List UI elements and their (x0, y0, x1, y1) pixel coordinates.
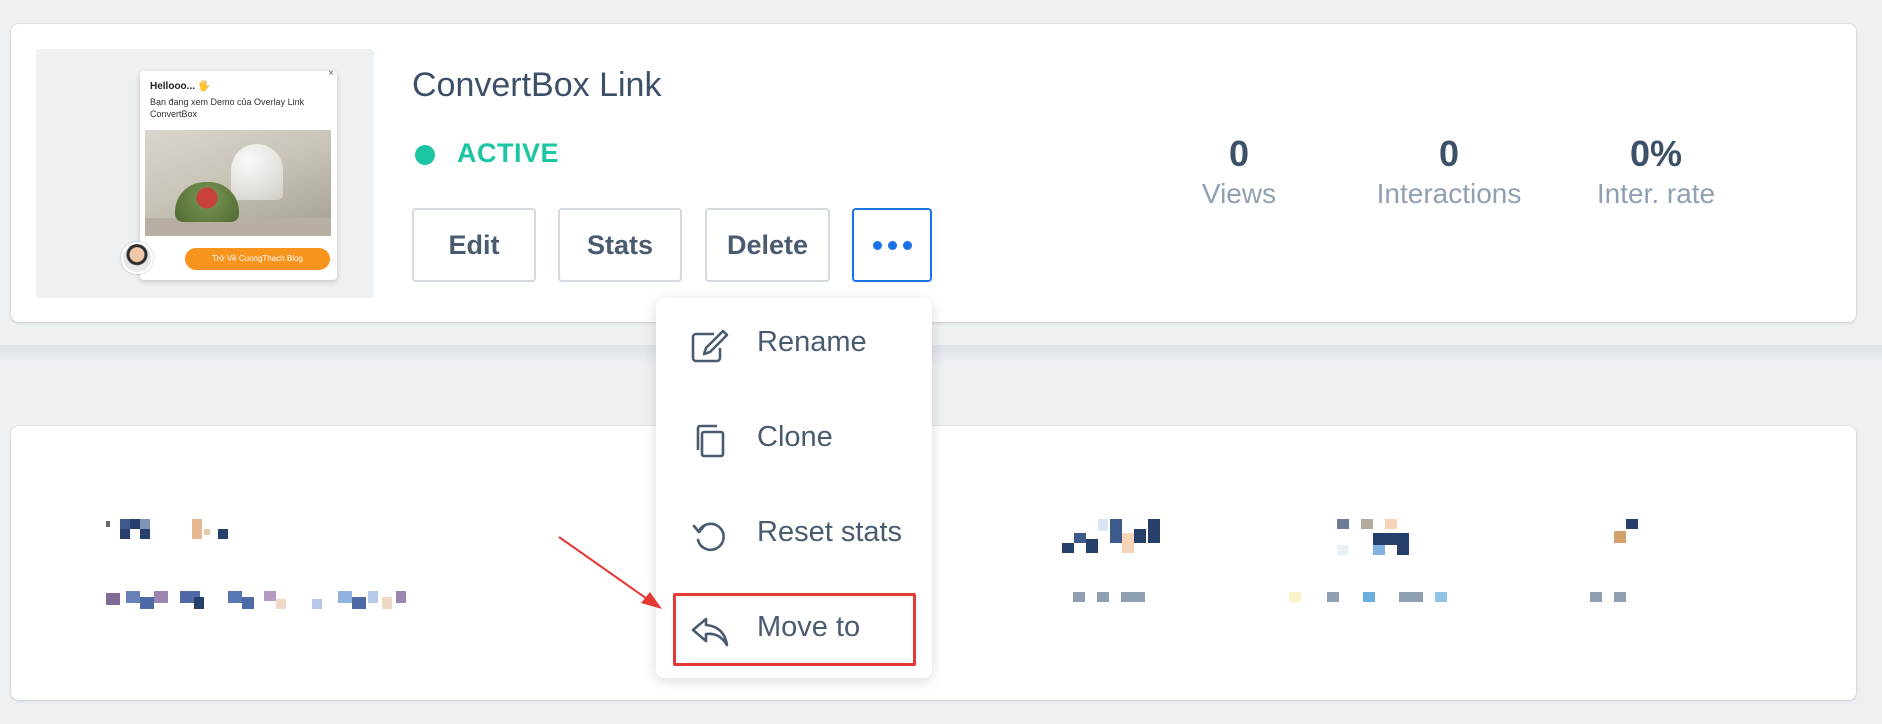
obscured-stat-value (1062, 519, 1162, 555)
reset-icon (692, 522, 725, 552)
obscured-title (106, 519, 236, 545)
more-options-button[interactable] (852, 208, 932, 282)
stat-value: 0 (1228, 133, 1250, 174)
obscured-stat-label (1073, 592, 1163, 604)
obscured-subtitle (106, 591, 406, 615)
preview-popup: × Hellooo... 🖐 Bạn đang xem Demo của Ove… (121, 68, 337, 280)
more-horizontal-icon (872, 240, 912, 250)
obscured-stat-value (1337, 519, 1417, 555)
preview-popup-title: Hellooo... 🖐 (150, 81, 211, 92)
edit-icon (691, 329, 729, 363)
menu-item-reset-stats[interactable]: Reset stats (656, 496, 932, 576)
clone-icon (696, 424, 725, 458)
menu-item-rename[interactable]: Rename (656, 306, 932, 386)
stat-views: 0 Views (1159, 132, 1319, 212)
stats-button[interactable]: Stats (558, 208, 682, 282)
status-dot-icon (415, 145, 435, 165)
avatar (121, 242, 153, 274)
preview-popup-button: Trở Về CuongThach Blog (185, 248, 330, 270)
preview-popup-image (145, 130, 331, 236)
stat-value: 0 (1438, 133, 1460, 174)
annotation-highlight-box (673, 593, 916, 666)
campaign-card-obscured (11, 426, 1856, 700)
obscured-stat-label (1590, 592, 1630, 604)
obscured-stat-value (1614, 519, 1644, 555)
menu-item-clone[interactable]: Clone (656, 401, 932, 481)
edit-button[interactable]: Edit (412, 208, 536, 282)
stat-inter-rate: 0% Inter. rate (1576, 132, 1736, 212)
stat-interactions: 0 Interactions (1359, 132, 1539, 212)
section-divider (0, 345, 1882, 365)
stat-label: Inter. rate (1596, 178, 1716, 209)
close-icon: × (328, 68, 334, 79)
menu-item-label: Reset stats (757, 516, 903, 548)
status-badge: ACTIVE (457, 138, 560, 168)
campaign-preview-thumbnail[interactable]: × Hellooo... 🖐 Bạn đang xem Demo của Ove… (36, 49, 374, 298)
campaign-title[interactable]: ConvertBox Link (412, 66, 661, 105)
stat-label: Interactions (1376, 178, 1522, 209)
stat-value: 0% (1629, 133, 1683, 174)
menu-item-label: Clone (757, 421, 833, 453)
preview-popup-text: Bạn đang xem Demo của Overlay Link Conve… (150, 97, 305, 119)
stat-label: Views (1201, 178, 1277, 209)
menu-item-label: Rename (757, 326, 867, 358)
delete-button[interactable]: Delete (705, 208, 830, 282)
obscured-stat-label (1289, 592, 1449, 604)
